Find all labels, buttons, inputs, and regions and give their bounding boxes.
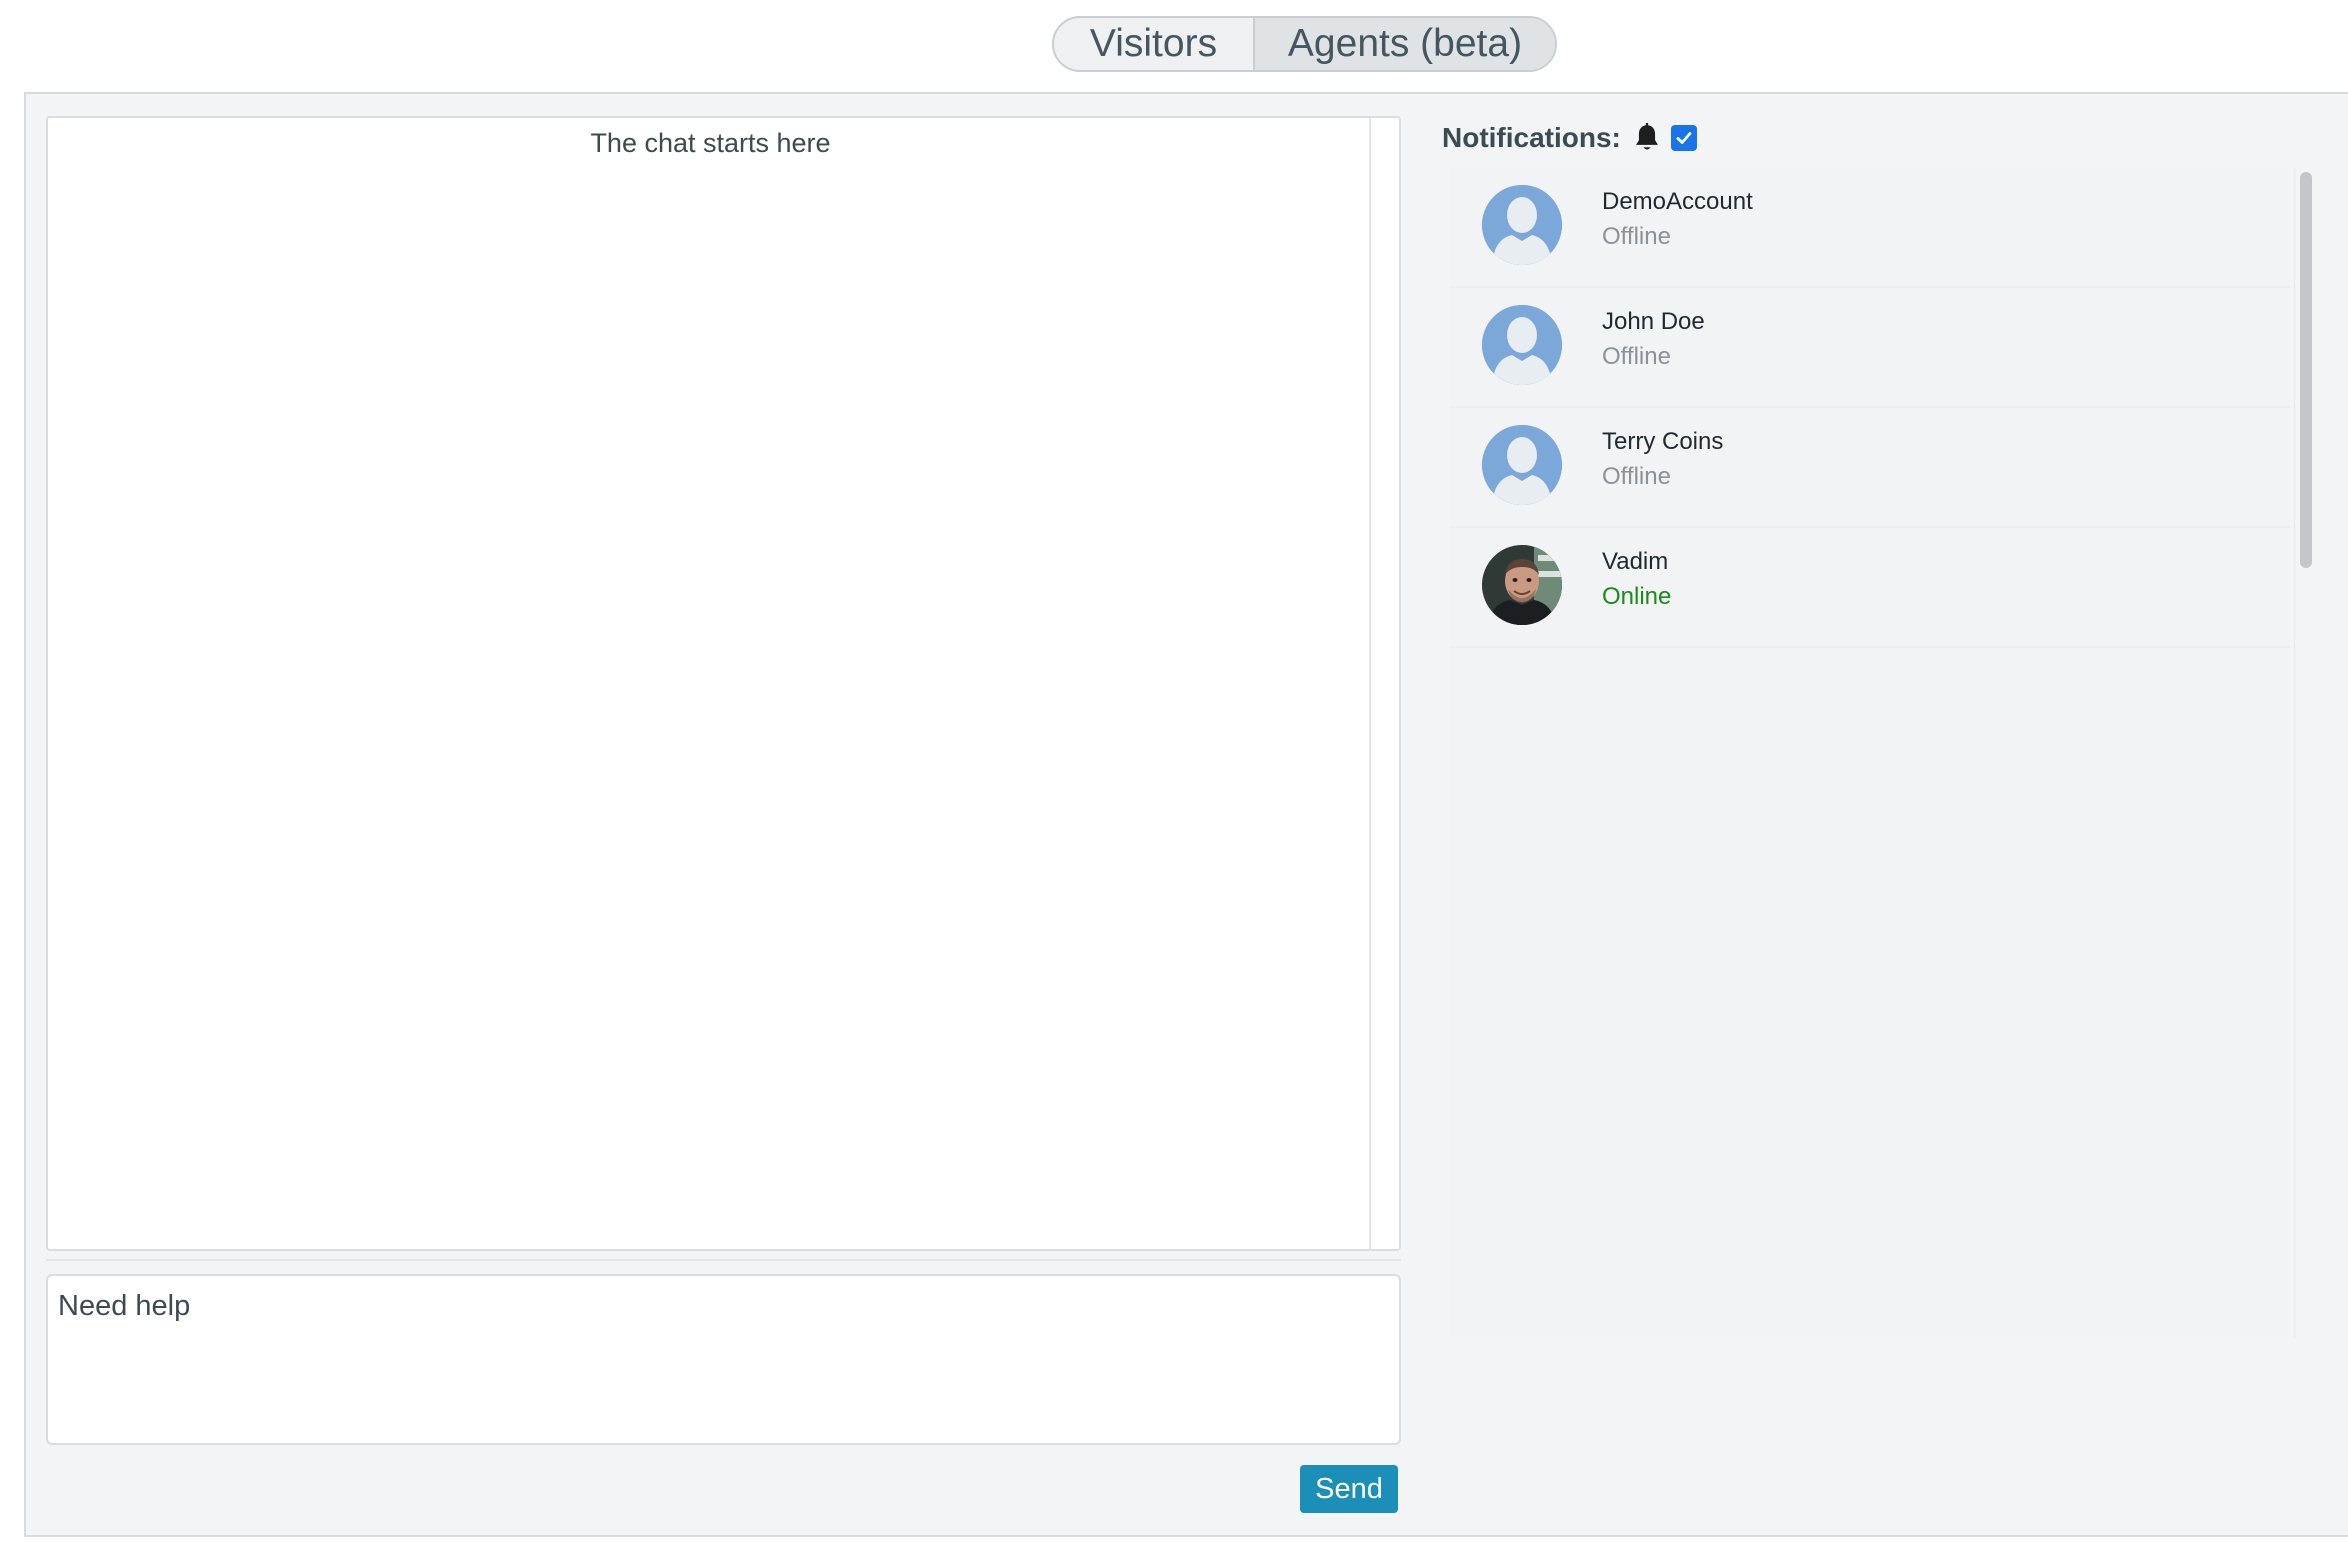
- avatar: [1482, 425, 1562, 505]
- agent-name: Vadim: [1602, 548, 1669, 575]
- agent-status: Offline: [1602, 343, 1671, 370]
- agent-list-scrollbar[interactable]: [2294, 168, 2316, 1338]
- avatar: [1482, 545, 1562, 625]
- agent-status: Offline: [1602, 223, 1671, 250]
- user-photo-icon: [1482, 545, 1562, 625]
- agent-list: DemoAccount Offline John Doe Offline Ter…: [1450, 168, 2290, 1338]
- user-silhouette-icon: [1482, 425, 1562, 505]
- agent-list-scroll-thumb[interactable]: [2300, 172, 2312, 568]
- notifications-checkbox[interactable]: [1670, 125, 1697, 151]
- notifications-label: Notifications:: [1442, 122, 1621, 153]
- agent-row[interactable]: DemoAccount Offline: [1450, 168, 2290, 288]
- chat-log[interactable]: The chat starts here: [46, 116, 1401, 1251]
- user-silhouette-icon: [1482, 305, 1562, 385]
- avatar: [1482, 305, 1562, 385]
- chat-scrollbar[interactable]: [1369, 118, 1399, 1249]
- view-tabs: Visitors Agents (beta): [1052, 16, 1557, 72]
- agent-row[interactable]: John Doe Offline: [1450, 288, 2290, 408]
- agent-name: Terry Coins: [1602, 428, 1724, 455]
- tab-visitors[interactable]: Visitors: [1054, 18, 1255, 70]
- agent-name: John Doe: [1602, 308, 1705, 335]
- tab-agents[interactable]: Agents (beta): [1255, 18, 1555, 70]
- agent-row[interactable]: Vadim Online: [1450, 528, 2290, 648]
- agent-status: Online: [1602, 583, 1672, 610]
- avatar: [1482, 185, 1562, 265]
- check-icon: [1676, 132, 1692, 144]
- send-button[interactable]: Send: [1300, 1465, 1398, 1513]
- user-silhouette-icon: [1482, 185, 1562, 265]
- message-input[interactable]: [46, 1274, 1401, 1445]
- chat-start-label: The chat starts here: [590, 128, 831, 158]
- notifications-toggle: Notifications:: [1442, 118, 1697, 158]
- agent-name: DemoAccount: [1602, 188, 1753, 215]
- agent-row[interactable]: Terry Coins Offline: [1450, 408, 2290, 528]
- agent-status: Offline: [1602, 463, 1671, 490]
- bell-icon: [1635, 123, 1658, 150]
- divider: [46, 1259, 1401, 1261]
